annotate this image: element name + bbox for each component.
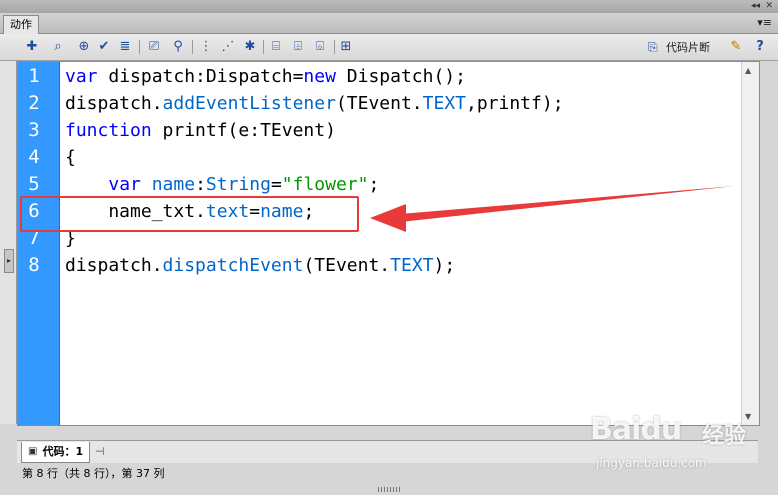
insert-target-path-icon[interactable]: ⊕ bbox=[76, 39, 92, 55]
collapse-panel-icon[interactable]: ◂◂ bbox=[751, 0, 760, 12]
tab-code-1-label: 代码：1 bbox=[42, 445, 84, 458]
apply-block-comment-icon[interactable]: ⌸ bbox=[268, 39, 284, 55]
scroll-up-icon[interactable]: ▲ bbox=[745, 66, 751, 75]
right-panel-rail bbox=[760, 61, 778, 424]
find-icon[interactable]: ⌕ bbox=[50, 39, 66, 55]
line-number: 2 bbox=[28, 92, 40, 114]
toolbar-separator bbox=[263, 40, 264, 54]
add-script-item-icon[interactable]: ✚ bbox=[24, 39, 40, 55]
show-hide-toolbox-icon[interactable]: ⊞ bbox=[338, 39, 354, 55]
line-number: 8 bbox=[28, 254, 40, 276]
status-bar: 第 8 行（共 8 行），第 37 列 bbox=[17, 463, 758, 485]
pin-script-icon[interactable]: ⊣ bbox=[95, 445, 105, 458]
annotation-highlight-box bbox=[20, 196, 359, 232]
scroll-down-icon[interactable]: ▼ bbox=[745, 412, 751, 421]
script-assist-wand-icon[interactable]: ✎ bbox=[728, 39, 744, 55]
script-file-icon: ▣ bbox=[28, 446, 38, 457]
code-snippets-label: 代码片断 bbox=[666, 41, 710, 54]
apply-line-comment-icon[interactable]: ⌹ bbox=[290, 39, 306, 55]
panel-menu-icon[interactable]: ▾≡ bbox=[757, 16, 772, 29]
actions-toolbar: ✚ ⌕ ⊕ ✔ ≣ ⎚ ⚲ ⋮ ⋰ ✱ ⌸ ⌹ ⌺ ⊞ ⎘ 代码片断 ✎ ? bbox=[0, 34, 778, 61]
code-line[interactable]: function printf(e:TEvent) bbox=[65, 117, 336, 144]
script-editor[interactable]: 1 2 3 4 5 6 7 8 var dispatch:Dispatch=ne… bbox=[17, 61, 760, 426]
expand-all-icon[interactable]: ✱ bbox=[242, 39, 258, 55]
toolbar-separator bbox=[139, 40, 140, 54]
panel-titlebar: ◂◂ ✕ bbox=[0, 0, 778, 13]
code-line[interactable]: var name:String="flower"; bbox=[65, 171, 379, 198]
line-number: 5 bbox=[28, 173, 40, 195]
help-icon[interactable]: ? bbox=[752, 39, 768, 55]
close-panel-icon[interactable]: ✕ bbox=[765, 0, 773, 12]
tab-actions[interactable]: 动作 bbox=[3, 15, 39, 34]
show-code-hint-icon[interactable]: ⎚ bbox=[146, 39, 162, 55]
code-line[interactable]: { bbox=[65, 144, 76, 171]
panel-tab-bar: 动作 ▾≡ bbox=[0, 13, 778, 34]
vertical-scrollbar[interactable]: ▲ ▼ bbox=[741, 62, 759, 425]
panel-resize-grip[interactable] bbox=[378, 487, 400, 492]
expand-navigator-handle[interactable]: ▸ bbox=[4, 249, 14, 273]
toolbar-separator bbox=[192, 40, 193, 54]
line-number-gutter: 1 2 3 4 5 6 7 8 bbox=[18, 62, 60, 425]
toolbar-separator bbox=[334, 40, 335, 54]
auto-format-icon[interactable]: ≣ bbox=[117, 39, 133, 55]
line-number: 3 bbox=[28, 119, 40, 141]
code-line[interactable]: var dispatch:Dispatch=new Dispatch(); bbox=[65, 63, 466, 90]
code-snippets-icon: ⎘ bbox=[648, 40, 658, 54]
line-number: 1 bbox=[28, 65, 40, 87]
collapse-selection-icon[interactable]: ⋰ bbox=[220, 39, 236, 55]
collapse-between-braces-icon[interactable]: ⋮ bbox=[198, 39, 214, 55]
script-tab-bar: ▣ 代码：1 ⊣ bbox=[17, 440, 758, 463]
code-line[interactable]: dispatch.dispatchEvent(TEvent.TEXT); bbox=[65, 252, 455, 279]
cursor-position-status: 第 8 行（共 8 行），第 37 列 bbox=[22, 467, 165, 480]
remove-comment-icon[interactable]: ⌺ bbox=[312, 39, 328, 55]
code-snippets-button[interactable]: ⎘ 代码片断 bbox=[648, 39, 710, 55]
check-syntax-icon[interactable]: ✔ bbox=[96, 39, 112, 55]
annotation-arrow-icon bbox=[370, 186, 735, 232]
code-line[interactable]: dispatch.addEventListener(TEvent.TEXT,pr… bbox=[65, 90, 564, 117]
debug-options-icon[interactable]: ⚲ bbox=[170, 39, 186, 55]
tab-code-1[interactable]: ▣ 代码：1 bbox=[21, 442, 91, 463]
line-number: 4 bbox=[28, 146, 40, 168]
script-navigator-rail: ▸ bbox=[0, 61, 17, 424]
